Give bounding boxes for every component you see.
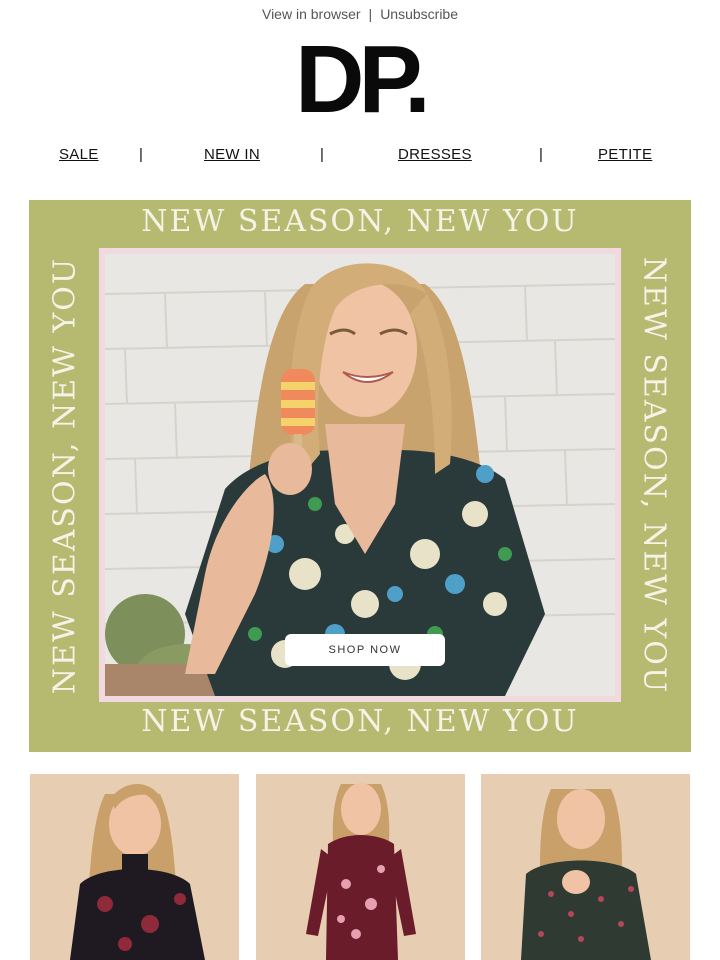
brand-logo[interactable]: DP. <box>0 30 720 130</box>
hero-tagline-left: NEW SEASON, NEW YOU <box>47 256 83 695</box>
nav-item-dresses[interactable]: DRESSES <box>398 146 472 163</box>
product-card[interactable] <box>30 774 239 960</box>
product-image-burgundy-floral-dress <box>256 774 465 960</box>
hero-tagline-right: NEW SEASON, NEW YOU <box>636 256 672 695</box>
hero-tagline-top: NEW SEASON, NEW YOU <box>141 204 579 239</box>
hero-banner[interactable]: NEW SEASON, NEW YOU NEW SEASON, NEW YOU … <box>29 200 691 752</box>
main-nav: SALE | NEW IN | DRESSES | PETITE <box>0 146 720 166</box>
product-card[interactable] <box>256 774 465 960</box>
preheader-separator: | <box>368 6 373 22</box>
shop-now-button[interactable]: SHOP NOW <box>285 634 445 666</box>
hero-photo-frame: SHOP NOW <box>99 248 621 702</box>
hero-tagline-bottom: NEW SEASON, NEW YOU <box>141 704 579 739</box>
product-card[interactable] <box>481 774 690 960</box>
product-image-green-print-dress <box>481 774 690 960</box>
product-grid <box>0 774 720 960</box>
nav-item-new-in[interactable]: NEW IN <box>204 146 260 163</box>
view-in-browser-link[interactable]: View in browser <box>262 6 361 22</box>
nav-item-sale[interactable]: SALE <box>59 146 99 163</box>
hero-model-photo[interactable] <box>105 254 615 696</box>
nav-separator: | <box>320 146 324 163</box>
nav-separator: | <box>539 146 543 163</box>
nav-separator: | <box>139 146 143 163</box>
nav-item-petite[interactable]: PETITE <box>598 146 652 163</box>
product-image-black-floral-dress <box>30 774 239 960</box>
unsubscribe-link[interactable]: Unsubscribe <box>380 6 458 22</box>
preheader-links: View in browser | Unsubscribe <box>0 6 720 22</box>
